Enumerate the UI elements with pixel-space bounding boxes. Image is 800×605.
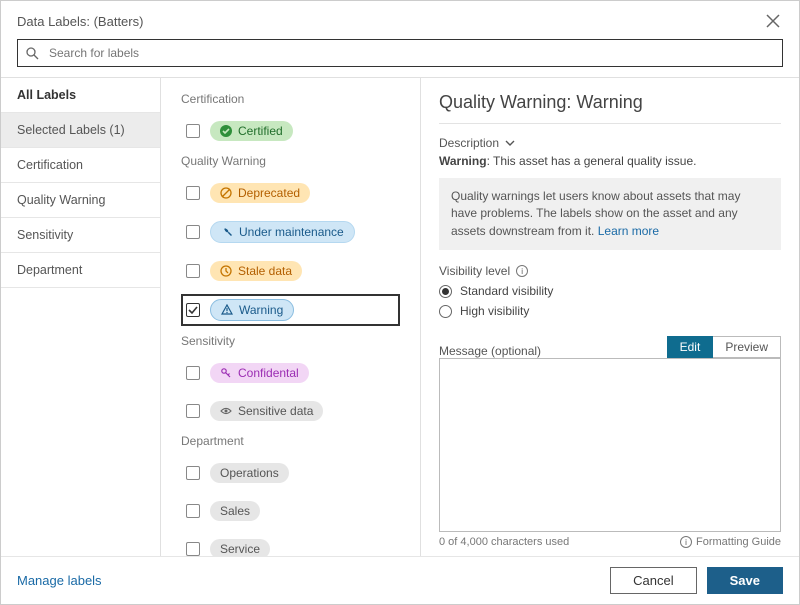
sidebar: All Labels Selected Labels (1) Certifica…	[1, 77, 161, 556]
label-row-warning[interactable]: Warning	[181, 294, 400, 326]
info-icon[interactable]: i	[516, 265, 528, 277]
learn-more-link[interactable]: Learn more	[598, 224, 659, 238]
cancel-button[interactable]: Cancel	[610, 567, 696, 594]
labels-column: Certification Certified Quality Warning …	[161, 77, 421, 556]
label-row-sales[interactable]: Sales	[181, 496, 400, 526]
label-text: Sales	[220, 504, 250, 518]
maintenance-icon	[221, 226, 233, 238]
checkbox[interactable]	[186, 186, 200, 200]
save-button[interactable]: Save	[707, 567, 783, 594]
manage-labels-link[interactable]: Manage labels	[17, 573, 102, 588]
info-icon: i	[680, 536, 692, 548]
label-text: Stale data	[238, 264, 292, 278]
sidebar-item-sensitivity[interactable]: Sensitivity	[1, 218, 160, 253]
search-icon	[26, 47, 39, 60]
description-label: Description	[439, 136, 499, 150]
description-toggle[interactable]: Description	[439, 136, 781, 150]
checkbox[interactable]	[186, 466, 200, 480]
checkbox[interactable]	[186, 264, 200, 278]
label-text: Service	[220, 542, 260, 556]
tab-edit[interactable]: Edit	[667, 336, 714, 358]
label-row-service[interactable]: Service	[181, 534, 400, 556]
checkbox[interactable]	[186, 542, 200, 556]
message-textarea[interactable]	[439, 358, 781, 532]
warning-icon	[221, 304, 233, 316]
checkbox[interactable]	[186, 404, 200, 418]
label-row-deprecated[interactable]: Deprecated	[181, 178, 400, 208]
sidebar-item-all-labels[interactable]: All Labels	[1, 78, 160, 113]
checkbox[interactable]	[186, 124, 200, 138]
details-panel: Quality Warning: Warning Description War…	[421, 77, 799, 556]
group-title-certification: Certification	[181, 92, 400, 106]
group-title-quality: Quality Warning	[181, 154, 400, 168]
sidebar-item-certification[interactable]: Certification	[1, 148, 160, 183]
checkbox[interactable]	[186, 303, 200, 317]
radio-standard-visibility[interactable]: Standard visibility	[439, 284, 781, 298]
group-title-sensitivity: Sensitivity	[181, 334, 400, 348]
key-icon	[220, 367, 232, 379]
message-label: Message (optional)	[439, 344, 541, 358]
description-text: Warning: This asset has a general qualit…	[439, 154, 781, 168]
message-tabs: Edit Preview	[667, 336, 781, 358]
certified-icon	[220, 125, 232, 137]
label-text: Sensitive data	[238, 404, 313, 418]
info-box: Quality warnings let users know about as…	[439, 178, 781, 250]
radio-label: Standard visibility	[460, 284, 553, 298]
label-row-certified[interactable]: Certified	[181, 116, 400, 146]
label-text: Under maintenance	[239, 225, 344, 239]
label-text: Certified	[238, 124, 283, 138]
sidebar-item-quality-warning[interactable]: Quality Warning	[1, 183, 160, 218]
label-row-confidental[interactable]: Confidental	[181, 358, 400, 388]
search-input[interactable]	[47, 45, 774, 61]
stale-icon	[220, 265, 232, 277]
dialog-title: Data Labels: (Batters)	[17, 14, 143, 29]
label-text: Confidental	[238, 366, 299, 380]
visibility-label: Visibility level i	[439, 264, 781, 278]
close-icon[interactable]	[763, 11, 783, 31]
label-row-stale-data[interactable]: Stale data	[181, 256, 400, 286]
label-text: Warning	[239, 303, 283, 317]
label-row-under-maintenance[interactable]: Under maintenance	[181, 216, 400, 248]
label-text: Operations	[220, 466, 279, 480]
eye-icon	[220, 405, 232, 417]
group-title-department: Department	[181, 434, 400, 448]
checkbox[interactable]	[186, 504, 200, 518]
checkbox[interactable]	[186, 225, 200, 239]
label-row-sensitive-data[interactable]: Sensitive data	[181, 396, 400, 426]
deprecated-icon	[220, 187, 232, 199]
formatting-guide-link[interactable]: i Formatting Guide	[680, 536, 781, 548]
label-row-operations[interactable]: Operations	[181, 458, 400, 488]
sidebar-item-department[interactable]: Department	[1, 253, 160, 288]
radio-button[interactable]	[439, 305, 452, 318]
char-counter: 0 of 4,000 characters used	[439, 536, 569, 548]
details-title: Quality Warning: Warning	[439, 92, 781, 124]
radio-high-visibility[interactable]: High visibility	[439, 304, 781, 318]
label-text: Deprecated	[238, 186, 300, 200]
sidebar-item-selected-labels[interactable]: Selected Labels (1)	[1, 113, 160, 148]
search-box[interactable]	[17, 39, 783, 67]
chevron-down-icon	[505, 138, 515, 148]
radio-button[interactable]	[439, 285, 452, 298]
radio-label: High visibility	[460, 304, 529, 318]
tab-preview[interactable]: Preview	[713, 336, 781, 358]
checkbox[interactable]	[186, 366, 200, 380]
